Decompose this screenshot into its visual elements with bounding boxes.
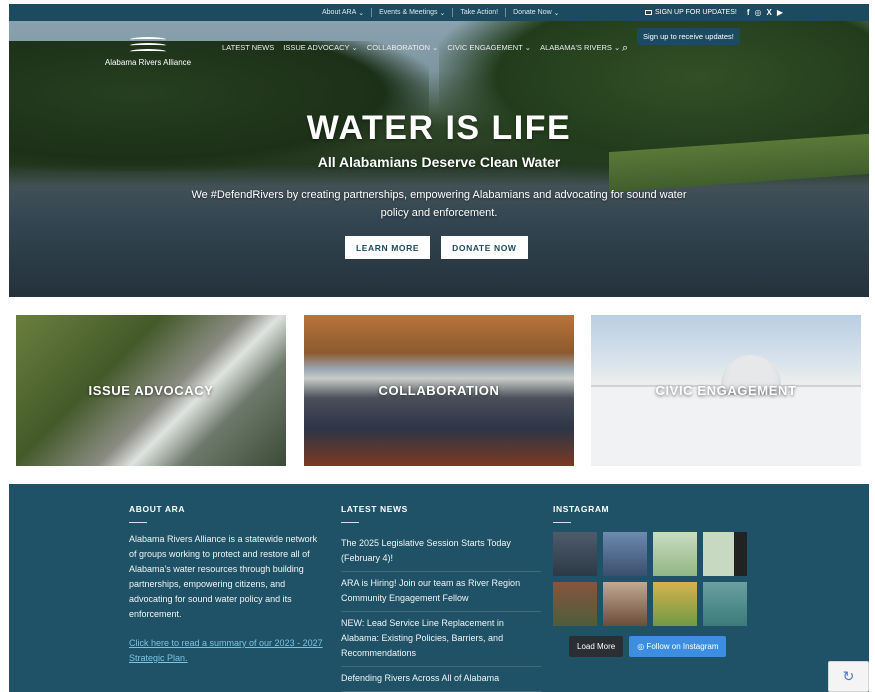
- follow-label: Follow on Instagram: [646, 642, 719, 651]
- site-logo[interactable]: Alabama Rivers Alliance: [93, 35, 203, 67]
- nav-latest-news[interactable]: LATEST NEWS: [222, 43, 274, 52]
- nav-label: LATEST NEWS: [222, 43, 275, 52]
- chevron-down-icon: ⌄: [524, 43, 532, 52]
- recaptcha-icon: ↻: [842, 668, 855, 684]
- chevron-down-icon: ⌄: [351, 43, 358, 52]
- recaptcha-badge[interactable]: ↻: [828, 661, 869, 692]
- divider: [553, 522, 571, 523]
- signup-link[interactable]: SIGN UP FOR UPDATES!: [645, 9, 737, 16]
- utility-right: SIGN UP FOR UPDATES! f ◎ X ▶: [645, 4, 783, 21]
- footer-instagram: INSTAGRAM Load More ◎ Follow on Instagra…: [553, 504, 763, 657]
- signup-label: SIGN UP FOR UPDATES!: [655, 9, 737, 16]
- donate-now-button[interactable]: DONATE NOW: [441, 236, 528, 259]
- news-item[interactable]: Defending Rivers Across All of Alabama: [341, 667, 541, 692]
- footer: ABOUT ARA Alabama Rivers Alliance is a s…: [9, 484, 869, 692]
- youtube-icon[interactable]: ▶: [777, 8, 783, 17]
- menu-events-label: Events & Meetings: [379, 9, 438, 16]
- chevron-down-icon: ⌄: [439, 9, 446, 17]
- learn-more-button[interactable]: LEARN MORE: [345, 236, 431, 259]
- page-frame: About ARA ⌄ Events & Meetings ⌄ Take Actio…: [9, 4, 869, 692]
- footer-about-text: Alabama Rivers Alliance is a statewide n…: [129, 534, 318, 619]
- menu-take-action-label: Take Action!: [460, 9, 499, 16]
- menu-about-ara[interactable]: About ARA ⌄: [315, 9, 371, 17]
- instagram-thumb[interactable]: [653, 582, 697, 626]
- hero-subhead: All Alabamians Deserve Clean Water: [317, 154, 561, 170]
- follow-instagram-button[interactable]: ◎ Follow on Instagram: [629, 636, 727, 657]
- chevron-down-icon: ⌄: [553, 9, 560, 17]
- x-icon[interactable]: X: [766, 8, 771, 17]
- footer-about-title: ABOUT ARA: [129, 504, 186, 514]
- instagram-grid: [553, 532, 763, 626]
- card-issue-advocacy[interactable]: ISSUE ADVOCACY: [16, 315, 286, 466]
- menu-take-action[interactable]: Take Action!: [453, 9, 505, 16]
- news-item[interactable]: NEW: Lead Service Line Replacement in Al…: [341, 612, 541, 667]
- footer-news: LATEST NEWS The 2025 Legislative Session…: [341, 504, 541, 692]
- menu-donate[interactable]: Donate Now ⌄: [506, 9, 566, 17]
- menu-events[interactable]: Events & Meetings ⌄: [372, 9, 452, 17]
- nav-collaboration[interactable]: COLLABORATION ⌄: [367, 43, 439, 52]
- chevron-down-icon: ⌄: [432, 43, 439, 52]
- nav-issue-advocacy[interactable]: ISSUE ADVOCACY ⌄: [283, 43, 358, 52]
- load-more-button[interactable]: Load More: [569, 636, 624, 657]
- main-nav: LATEST NEWS ISSUE ADVOCACY ⌄ COLLABORATIO…: [222, 43, 620, 52]
- instagram-buttons: Load More ◎ Follow on Instagram: [569, 636, 763, 657]
- logo-waves-icon: [130, 35, 166, 55]
- instagram-thumb[interactable]: [703, 532, 747, 576]
- signup-tooltip: Sign up to receive updates!: [637, 28, 740, 45]
- instagram-icon[interactable]: ◎: [754, 8, 761, 17]
- footer-instagram-title: INSTAGRAM: [553, 504, 610, 514]
- card-label: COLLABORATION: [378, 383, 500, 398]
- instagram-thumb[interactable]: [653, 532, 697, 576]
- news-item[interactable]: ARA is Hiring! Join our team as River Re…: [341, 572, 541, 612]
- card-label: CIVIC ENGAGEMENT: [655, 383, 797, 398]
- instagram-thumb[interactable]: [703, 582, 747, 626]
- social-links: f ◎ X ▶: [747, 8, 783, 17]
- news-item[interactable]: The 2025 Legislative Session Starts Toda…: [341, 532, 541, 572]
- card-civic-engagement[interactable]: CIVIC ENGAGEMENT: [591, 315, 861, 466]
- facebook-icon[interactable]: f: [747, 8, 750, 17]
- footer-news-title: LATEST NEWS: [341, 504, 408, 514]
- hero-blurb: We #DefendRivers by creating partnership…: [191, 189, 687, 219]
- menu-about-ara-label: About ARA: [322, 9, 357, 16]
- utility-bar: About ARA ⌄ Events & Meetings ⌄ Take Actio…: [9, 4, 869, 21]
- hero-headline: WATER IS LIFE: [306, 109, 572, 147]
- footer-about: ABOUT ARA Alabama Rivers Alliance is a s…: [129, 504, 324, 666]
- divider: [341, 522, 359, 523]
- strategic-plan-link[interactable]: Click here to read a summary of our 2023…: [129, 636, 324, 666]
- chevron-down-icon: ⌄: [613, 43, 621, 52]
- envelope-icon: [645, 9, 652, 15]
- card-label: ISSUE ADVOCACY: [88, 383, 214, 398]
- menu-donate-label: Donate Now: [513, 9, 552, 16]
- logo-name: Alabama Rivers Alliance: [104, 58, 192, 67]
- instagram-thumb[interactable]: [603, 582, 647, 626]
- nav-label: ISSUE ADVOCACY: [283, 43, 350, 52]
- nav-label: COLLABORATION: [366, 43, 431, 52]
- instagram-thumb[interactable]: [603, 532, 647, 576]
- utility-menu: About ARA ⌄ Events & Meetings ⌄ Take Actio…: [315, 4, 567, 21]
- nav-label: ALABAMA'S RIVERS: [540, 43, 612, 52]
- card-collaboration[interactable]: COLLABORATION: [304, 315, 574, 466]
- chevron-down-icon: ⌄: [358, 9, 365, 17]
- divider: [129, 522, 147, 523]
- hero: Alabama Rivers Alliance LATEST NEWS ISSU…: [9, 21, 869, 297]
- instagram-thumb[interactable]: [553, 582, 597, 626]
- nav-alabamas-rivers[interactable]: ALABAMA'S RIVERS ⌄: [540, 43, 620, 52]
- hero-buttons: LEARN MORE DONATE NOW: [345, 236, 528, 259]
- search-icon[interactable]: ⌕: [622, 42, 628, 55]
- nav-label: CIVIC ENGAGEMENT: [447, 43, 523, 52]
- instagram-thumb[interactable]: [553, 532, 597, 576]
- nav-civic-engagement[interactable]: CIVIC ENGAGEMENT ⌄: [447, 43, 531, 52]
